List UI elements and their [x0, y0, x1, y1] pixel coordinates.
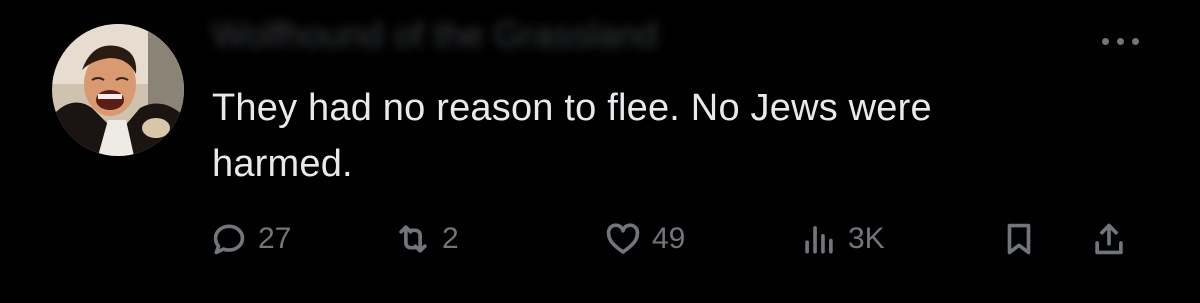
author-header-blurred: Wolfhound of the Grassland [212, 14, 658, 55]
bookmark-icon [1007, 223, 1031, 255]
reply-button[interactable]: 27 [210, 214, 291, 264]
reply-count: 27 [258, 222, 292, 255]
avatar-image [52, 24, 184, 156]
post[interactable]: Wolfhound of the Grassland They had no r… [0, 0, 1200, 303]
like-button[interactable]: 49 [604, 214, 685, 264]
repost-count: 2 [442, 222, 459, 255]
more-dot-icon [1116, 37, 1124, 45]
more-options-button[interactable] [1090, 26, 1150, 56]
repost-icon [399, 225, 427, 253]
more-dot-icon [1131, 37, 1139, 45]
action-bar: 27 2 49 3K [0, 214, 1200, 264]
view-count: 3K [848, 222, 885, 255]
reply-icon [213, 224, 245, 255]
views-chart-icon [805, 226, 833, 254]
more-dot-icon [1101, 37, 1109, 45]
share-button[interactable] [1090, 214, 1128, 264]
share-icon [1095, 223, 1123, 255]
bookmark-button[interactable] [1000, 214, 1038, 264]
views-button[interactable]: 3K [800, 214, 885, 264]
repost-button[interactable]: 2 [394, 214, 459, 264]
heart-icon [606, 223, 640, 254]
avatar[interactable] [52, 24, 184, 156]
like-count: 49 [652, 222, 686, 255]
post-text: They had no reason to flee. No Jews were… [212, 87, 932, 185]
